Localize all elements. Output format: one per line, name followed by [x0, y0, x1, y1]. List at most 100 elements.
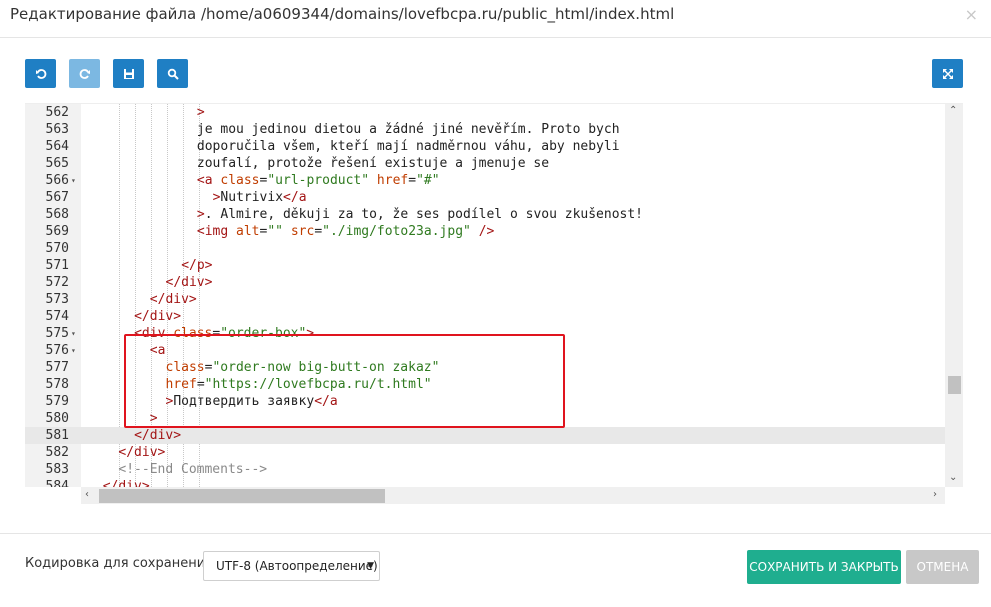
code-lines[interactable]: 562 >563 je mou jedinou dietou a žádné jin…	[25, 104, 945, 487]
code-text: </div>	[134, 308, 181, 325]
line-number: 584	[45, 479, 69, 487]
code-line[interactable]: 570	[25, 240, 945, 257]
code-token: class	[220, 173, 260, 188]
line-number: 579	[45, 394, 69, 409]
cancel-button[interactable]: ОТМЕНА	[906, 550, 979, 584]
code-token: >	[196, 207, 205, 222]
code-token: "#"	[416, 173, 440, 188]
code-line[interactable]: 582 </div>	[25, 444, 945, 461]
code-token: </p>	[181, 258, 213, 273]
line-number: 575	[45, 326, 69, 341]
code-token: <!--End Comments-->	[118, 462, 268, 477]
code-token: href	[376, 173, 409, 188]
scroll-down-icon[interactable]: ⌄	[949, 472, 957, 483]
code-text: </div>	[134, 427, 181, 444]
undo-button[interactable]	[25, 59, 56, 88]
search-button[interactable]	[157, 59, 188, 88]
code-text: </div>	[118, 444, 165, 461]
code-text: >. Almire, děkuji za to, že ses podílel …	[197, 206, 643, 223]
code-text: </p>	[181, 257, 212, 274]
expand-icon	[942, 68, 953, 79]
line-number: 564	[45, 139, 69, 154]
close-icon[interactable]: ×	[965, 5, 978, 24]
code-line[interactable]: 567 >Nutrivix</a	[25, 189, 945, 206]
code-text: </div>	[103, 478, 150, 487]
code-line[interactable]: 581 </div>	[25, 427, 945, 444]
line-number: 582	[45, 445, 69, 460]
line-number: 577	[45, 360, 69, 375]
horizontal-scroll-thumb[interactable]	[99, 489, 385, 503]
code-editor[interactable]: 562 >563 je mou jedinou dietou a žádné jin…	[25, 103, 963, 504]
encoding-select[interactable]: UTF-8 (Автоопределение) ▼	[203, 551, 380, 581]
code-text: >Nutrivix</a	[213, 189, 307, 206]
redo-button[interactable]	[69, 59, 100, 88]
fold-toggle-icon[interactable]: ▾	[71, 342, 76, 359]
code-token: =	[408, 173, 417, 188]
code-line[interactable]: 565 zoufalí, protože řešení existuje a jm…	[25, 155, 945, 172]
code-line[interactable]: 572 </div>	[25, 274, 945, 291]
line-number: 576	[45, 343, 69, 358]
code-line[interactable]: 574 </div>	[25, 308, 945, 325]
code-token: </div>	[118, 445, 166, 460]
code-line[interactable]: 584 </div>	[25, 478, 945, 487]
code-line[interactable]: 564 doporučila všem, kteří mají nadměrnou…	[25, 138, 945, 155]
redo-icon	[79, 68, 90, 79]
code-text: doporučila všem, kteří mají nadměrnou vá…	[197, 138, 620, 155]
code-line[interactable]: 573 </div>	[25, 291, 945, 308]
code-token: src	[290, 224, 315, 239]
code-line[interactable]: 563 je mou jedinou dietou a žádné jiné ne…	[25, 121, 945, 138]
code-line[interactable]: 571 </p>	[25, 257, 945, 274]
code-token: ""	[267, 224, 283, 239]
code-line[interactable]: 569 <img alt="" src="./img/foto23a.jpg" /…	[25, 223, 945, 240]
save-and-close-button[interactable]: СОХРАНИТЬ И ЗАКРЫТЬ	[747, 550, 901, 584]
code-text: >	[197, 104, 205, 121]
code-line[interactable]: 562 >	[25, 104, 945, 121]
line-number: 569	[45, 224, 69, 239]
caret-down-icon: ▼	[367, 561, 374, 571]
code-line[interactable]: 583 <!--End Comments-->	[25, 461, 945, 478]
file-editor-dialog: Редактирование файла /home/a0609344/doma…	[0, 0, 991, 607]
line-number: 572	[45, 275, 69, 290]
code-token: <img	[196, 224, 237, 239]
scroll-left-icon[interactable]: ‹	[85, 489, 89, 500]
fullscreen-button[interactable]	[932, 59, 963, 88]
code-line[interactable]: 566 ▾ <a class="url-product" href="#"	[25, 172, 945, 189]
code-token: </div>	[149, 292, 197, 307]
horizontal-scrollbar[interactable]: ‹ ›	[81, 487, 945, 504]
code-line[interactable]: 568 >. Almire, děkuji za to, že ses podíl…	[25, 206, 945, 223]
line-number: 578	[45, 377, 69, 392]
code-token: zoufalí, protože řešení existuje a jmenu…	[196, 156, 550, 171]
code-token: je mou jedinou dietou a žádné jiné nevěř…	[196, 122, 620, 137]
code-token: <a	[196, 173, 221, 188]
line-number: 565	[45, 156, 69, 171]
line-number: 580	[45, 411, 69, 426]
line-number: 563	[45, 122, 69, 137]
code-token: </div>	[134, 309, 182, 324]
line-number: 574	[45, 309, 69, 324]
vertical-scroll-thumb[interactable]	[948, 376, 961, 394]
scroll-up-icon[interactable]: ⌃	[949, 105, 957, 116]
code-text: <img alt="" src="./img/foto23a.jpg" />	[197, 223, 494, 240]
code-token: alt	[236, 224, 260, 239]
scroll-right-icon[interactable]: ›	[933, 489, 937, 500]
fold-toggle-icon[interactable]: ▾	[71, 325, 76, 342]
code-token: Nutrivix	[220, 190, 284, 205]
code-text: </div>	[166, 274, 213, 291]
vertical-scrollbar[interactable]: ⌃ ⌄	[945, 104, 963, 487]
line-number: 571	[45, 258, 69, 273]
code-token: </div>	[102, 479, 150, 487]
encoding-select-value: UTF-8 (Автоопределение)	[216, 559, 378, 573]
save-button[interactable]	[113, 59, 144, 88]
fold-toggle-icon[interactable]: ▾	[71, 172, 76, 189]
code-token: "./img/foto23a.jpg"	[322, 224, 471, 239]
code-token: "url-product"	[267, 173, 370, 188]
highlight-annotation-box	[124, 334, 565, 428]
code-text: <!--End Comments-->	[118, 461, 267, 478]
search-icon	[167, 68, 179, 80]
code-text: je mou jedinou dietou a žádné jiné nevěř…	[197, 121, 620, 138]
code-text: </div>	[150, 291, 197, 308]
code-token: </div>	[165, 275, 213, 290]
code-text: <a class="url-product" href="#"	[197, 172, 440, 189]
line-number: 566	[45, 173, 69, 188]
